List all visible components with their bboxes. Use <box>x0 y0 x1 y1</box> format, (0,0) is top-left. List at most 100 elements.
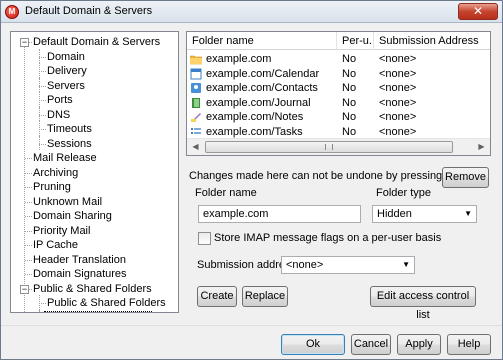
folder-type-value: Hidden <box>377 208 412 220</box>
tree-item[interactable]: Priority Mail <box>33 224 90 238</box>
tree-item[interactable]: Unknown Mail <box>33 195 102 209</box>
per-user-cell: No <box>342 125 357 138</box>
tree-item-label: Default Domain & Servers <box>33 36 161 48</box>
folder-list-hscrollbar[interactable]: ◀ ▶ <box>187 138 490 155</box>
tree-item-label: Servers <box>47 79 85 92</box>
submission-address-cell: <none> <box>379 111 417 123</box>
store-flags-checkbox[interactable] <box>198 232 211 245</box>
tree-item[interactable]: Sessions <box>47 137 92 151</box>
tree-item-label: Domain Sharing <box>33 210 112 222</box>
tree-item-label: Mail Release <box>33 152 97 164</box>
per-user-cell: No <box>342 53 357 65</box>
list-item[interactable]: example.com No <none> <box>187 52 490 66</box>
submission-address-cell: <none> <box>379 67 417 80</box>
chevron-down-icon: ▼ <box>402 260 410 269</box>
collapse-icon[interactable]: − <box>20 284 29 294</box>
list-item[interactable]: example.com/Calendar No <none> <box>187 67 490 81</box>
scroll-left-arrow-icon[interactable]: ◀ <box>187 139 204 155</box>
tree-item[interactable]: IP Cache <box>33 238 78 252</box>
journal-icon <box>190 97 202 109</box>
column-per-user[interactable]: Per-u... <box>337 32 374 50</box>
folder-name-label: Folder name <box>195 187 257 199</box>
tree-item-label: IP Cache <box>33 239 79 251</box>
tree-item[interactable]: Public & Shared Folders <box>47 296 166 310</box>
tree-item-label: Domain <box>47 50 85 63</box>
tree-item-label: Delivery <box>47 65 87 77</box>
settings-tree[interactable]: − Default Domain & Servers Domain Delivery S… <box>10 31 179 313</box>
tree-item[interactable]: Ports <box>47 93 73 107</box>
folder-name-cell: example.com/Contacts <box>206 82 318 94</box>
scroll-right-arrow-icon[interactable]: ▶ <box>473 139 490 155</box>
list-item[interactable]: example.com/Contacts No <none> <box>187 81 490 95</box>
tree-item[interactable]: Archiving <box>33 166 78 180</box>
notes-icon <box>190 111 202 123</box>
chevron-down-icon: ▼ <box>464 209 472 218</box>
tree-item-label: Unknown Mail <box>33 195 103 208</box>
calendar-icon <box>190 68 202 80</box>
tree-item[interactable]: Default Domain & Servers <box>33 35 160 49</box>
folder-type-label: Folder type <box>376 187 432 199</box>
tree-item[interactable]: Folder listing & ACLs <box>43 310 153 312</box>
list-item[interactable]: example.com/Journal No <none> <box>187 96 490 110</box>
tree-item[interactable]: Delivery <box>47 64 87 78</box>
folder-type-select[interactable]: Hidden ▼ <box>372 205 477 223</box>
list-item[interactable]: example.com/Notes No <none> <box>187 110 490 124</box>
replace-button[interactable]: Replace <box>242 286 288 307</box>
tree-item-label: Public & Shared Folders <box>33 282 152 295</box>
per-user-cell: No <box>342 96 357 109</box>
tree-item[interactable]: Servers <box>47 79 85 93</box>
store-flags-label[interactable]: Store IMAP message flags on a per-user b… <box>214 232 441 244</box>
submission-address-cell: <none> <box>379 125 417 138</box>
folder-name-cell: example.com/Tasks <box>206 125 303 138</box>
footer-separator <box>1 325 502 326</box>
submission-address-cell: <none> <box>379 82 417 94</box>
submission-address-select[interactable]: <none> ▼ <box>281 256 415 274</box>
warning-text: Changes made here can not be undone by p… <box>189 170 483 182</box>
column-folder-name[interactable]: Folder name <box>187 32 337 50</box>
ok-button[interactable]: Ok <box>281 334 345 355</box>
apply-button[interactable]: Apply <box>397 334 441 355</box>
submission-address-cell: <none> <box>379 53 417 65</box>
folder-icon <box>189 53 203 65</box>
folder-name-input[interactable]: example.com <box>198 205 361 223</box>
submission-address-cell: <none> <box>379 96 417 109</box>
create-button[interactable]: Create <box>197 286 237 307</box>
tree-item[interactable]: Timeouts <box>47 122 92 136</box>
help-button[interactable]: Help <box>447 334 491 355</box>
folder-name-cell: example.com <box>206 53 272 65</box>
tree-item-label: Public & Shared Folders <box>47 297 166 309</box>
dialog-window: M Default Domain & Servers ✕ − Default Do… <box>0 0 503 360</box>
tree-item[interactable]: DNS <box>47 108 70 122</box>
cancel-button[interactable]: Cancel <box>351 334 391 355</box>
tree-item-label: Ports <box>47 94 73 106</box>
tree-item-label: Header Translation <box>33 253 126 266</box>
remove-button[interactable]: Remove <box>442 167 489 188</box>
tree-item[interactable]: Domain <box>47 50 85 64</box>
per-user-cell: No <box>342 67 357 80</box>
tree-item-label: Priority Mail <box>33 224 91 237</box>
folder-name-cell: example.com/Notes <box>206 111 304 123</box>
tree-item-label: Timeouts <box>47 123 92 135</box>
scroll-thumb[interactable] <box>205 141 453 153</box>
column-submission-address[interactable]: Submission Address <box>374 32 490 50</box>
tree-item[interactable]: Mail Release <box>33 151 97 165</box>
tree-item[interactable]: Domain Signatures <box>33 267 127 281</box>
window-title: Default Domain & Servers <box>25 5 153 17</box>
tree-item[interactable]: Pruning <box>33 180 71 194</box>
tree-item[interactable]: Domain Sharing <box>33 209 112 223</box>
per-user-cell: No <box>342 82 357 94</box>
tasks-icon <box>190 126 202 138</box>
tree-item-label: DNS <box>47 108 71 121</box>
folder-list-header: Folder name Per-u... Submission Address <box>187 32 490 50</box>
folder-list[interactable]: Folder name Per-u... Submission Address … <box>186 31 491 156</box>
list-item[interactable]: example.com/Tasks No <none> <box>187 125 490 139</box>
tree-item-label: Domain Signatures <box>33 268 127 280</box>
tree-item-label: Sessions <box>47 137 92 150</box>
close-button[interactable]: ✕ <box>458 3 498 20</box>
edit-acl-button[interactable]: Edit access control list <box>370 286 476 321</box>
folder-name-cell: example.com/Journal <box>206 96 311 109</box>
tree-item[interactable]: Public & Shared Folders <box>33 282 152 296</box>
tree-item[interactable]: Header Translation <box>33 253 126 267</box>
tree-item-label: Folder listing & ACLs <box>43 310 153 312</box>
collapse-icon[interactable]: − <box>20 38 29 47</box>
